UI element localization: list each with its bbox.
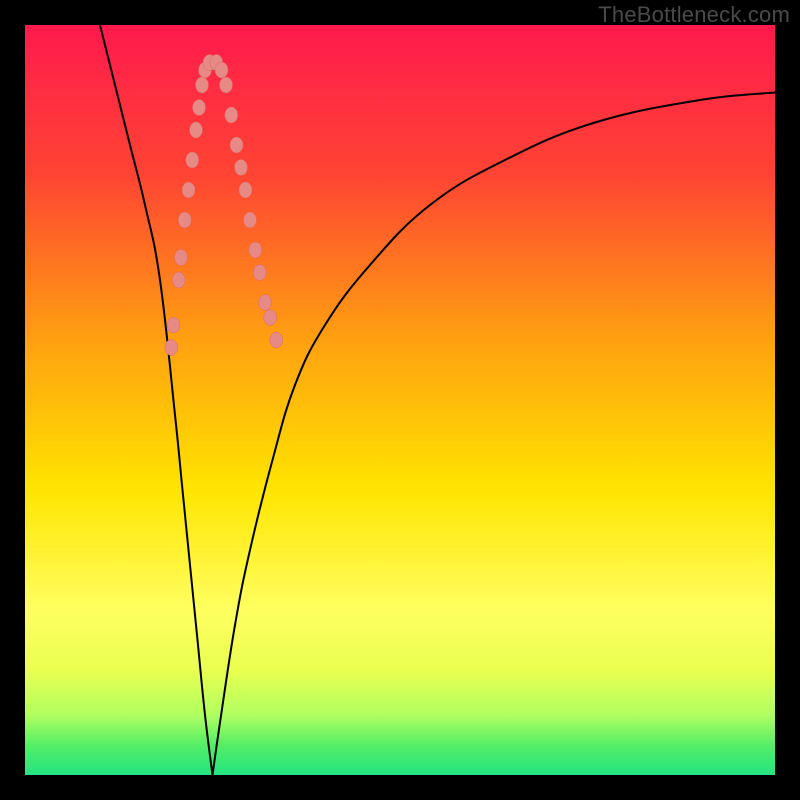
marker-dot: [178, 212, 191, 228]
curve-svg: [25, 25, 775, 775]
curve-group: [100, 25, 775, 775]
watermark-text: TheBottleneck.com: [598, 2, 790, 28]
marker-dot: [244, 212, 257, 228]
marker-dot: [190, 122, 203, 138]
chart-frame: TheBottleneck.com: [0, 0, 800, 800]
right-branch-path: [213, 93, 776, 776]
marker-dot: [215, 62, 228, 78]
marker-dot: [270, 332, 283, 348]
marker-dot: [253, 265, 266, 281]
marker-dot: [175, 250, 188, 266]
marker-dot: [186, 152, 199, 168]
marker-dot: [165, 340, 178, 356]
marker-group: [165, 55, 283, 356]
marker-dot: [220, 77, 233, 93]
marker-dot: [193, 100, 206, 116]
marker-dot: [249, 242, 262, 258]
marker-dot: [264, 310, 277, 326]
marker-dot: [259, 295, 272, 311]
marker-dot: [172, 272, 185, 288]
plot-area: [25, 25, 775, 775]
marker-dot: [196, 77, 209, 93]
marker-dot: [225, 107, 238, 123]
marker-dot: [167, 317, 180, 333]
marker-dot: [182, 182, 195, 198]
marker-dot: [239, 182, 252, 198]
marker-dot: [235, 160, 248, 176]
marker-dot: [230, 137, 243, 153]
